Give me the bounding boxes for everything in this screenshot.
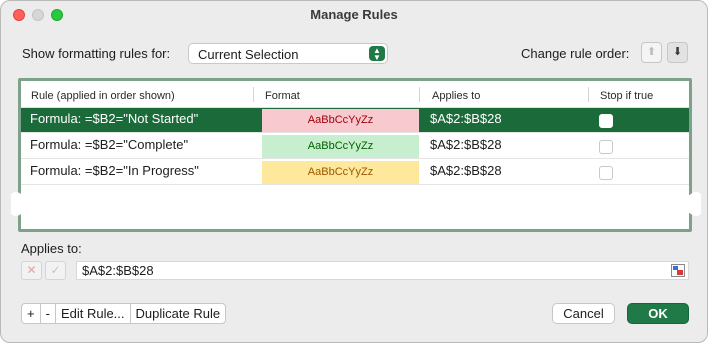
stop-if-true-checkbox[interactable] [599,140,613,154]
edit-rule-button[interactable]: Edit Rule... [56,304,131,323]
remove-rule-button[interactable]: - [41,304,56,323]
ok-button[interactable]: OK [627,303,689,324]
rule-formula: Formula: =$B2="In Progress" [30,163,199,178]
change-order-label: Change rule order: [521,46,630,61]
window-title: Manage Rules [310,7,398,22]
manage-rules-window: Manage Rules Show formatting rules for: … [0,0,708,343]
torn-edge [11,192,701,216]
rule-applies-to: $A$2:$B$28 [430,163,502,178]
cancel-button[interactable]: Cancel [552,303,615,324]
stop-if-true-checkbox[interactable] [599,114,613,128]
duplicate-rule-button[interactable]: Duplicate Rule [131,304,226,323]
cancel-edit-button[interactable]: ✕ [21,261,42,280]
move-rule-down-button[interactable]: ⬇ [667,42,688,63]
header-applies-to: Applies to [432,90,481,102]
range-select-icon[interactable] [671,264,685,277]
rule-applies-to: $A$2:$B$28 [430,137,502,152]
header-rule: Rule (applied in order shown) [31,90,175,102]
show-rules-dropdown[interactable]: Current Selection ▲ ▼ [188,43,388,64]
applies-to-field[interactable]: $A$2:$B$28 [76,261,689,280]
confirm-edit-button[interactable]: ✓ [45,261,66,280]
show-rules-label: Show formatting rules for: [22,46,171,61]
format-preview: AaBbCcYyZz [262,135,419,158]
table-header: Rule (applied in order shown) Format App… [21,81,689,108]
move-rule-up-button[interactable]: ⬆ [641,42,662,63]
title-bar: Manage Rules [1,1,707,29]
rule-row[interactable]: Formula: =$B2="Not Started" AaBbCcYyZz $… [21,108,689,133]
rule-applies-to: $A$2:$B$28 [430,111,502,126]
arrow-down-icon: ⬇ [672,46,683,58]
checkmark-icon: ✓ [50,263,61,277]
column-divider [253,87,254,102]
column-divider [419,87,420,102]
format-preview: AaBbCcYyZz [262,109,419,132]
column-divider [588,87,589,102]
rule-row[interactable]: Formula: =$B2="Complete" AaBbCcYyZz $A$2… [21,134,689,159]
arrow-up-icon: ⬆ [646,46,657,58]
applies-to-value: $A$2:$B$28 [82,263,154,278]
format-preview: AaBbCcYyZz [262,161,419,184]
add-rule-button[interactable]: + [22,304,41,323]
close-icon: ✕ [26,263,37,277]
stop-if-true-checkbox[interactable] [599,166,613,180]
header-stop-if-true: Stop if true [600,90,654,102]
applies-to-label: Applies to: [21,241,82,256]
header-format: Format [265,90,300,102]
rule-row[interactable]: Formula: =$B2="In Progress" AaBbCcYyZz $… [21,160,689,185]
show-rules-value: Current Selection [198,47,299,62]
chevron-updown-icon: ▲ ▼ [369,46,385,62]
rule-actions-group: + - Edit Rule... Duplicate Rule [21,303,227,324]
rule-formula: Formula: =$B2="Not Started" [30,111,199,126]
rule-formula: Formula: =$B2="Complete" [30,137,189,152]
